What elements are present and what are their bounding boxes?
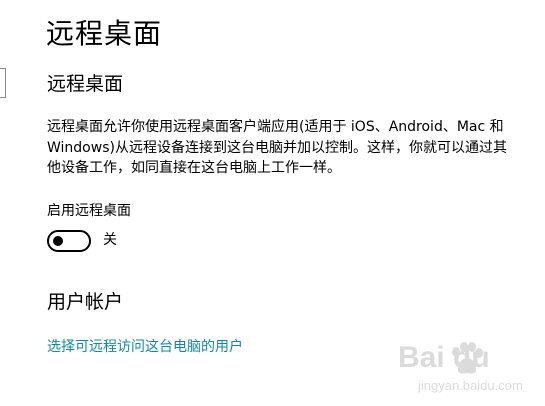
toggle-state-text: 关 (103, 232, 117, 248)
watermark-url: jingyan.baidu.com (418, 378, 523, 393)
enable-remote-desktop-toggle[interactable] (47, 230, 91, 252)
toggle-knob (53, 236, 63, 246)
page-title: 远程桌面 (46, 17, 163, 50)
user-accounts-section-title: 用户帐户 (47, 291, 124, 313)
baidu-watermark: Bai du jingyan.baidu.com (398, 340, 538, 400)
enable-remote-desktop-label: 启用远程桌面 (47, 203, 131, 219)
baidu-paw-icon (452, 342, 483, 374)
remote-desktop-description: 远程桌面允许你使用远程桌面客户端应用(适用于 iOS、Android、Mac 和… (47, 119, 507, 176)
remote-desktop-section-title: 远程桌面 (47, 73, 124, 95)
select-remote-users-link[interactable]: 选择可远程访问这台电脑的用户 (47, 337, 243, 357)
navigation-pane-edge (0, 68, 6, 98)
